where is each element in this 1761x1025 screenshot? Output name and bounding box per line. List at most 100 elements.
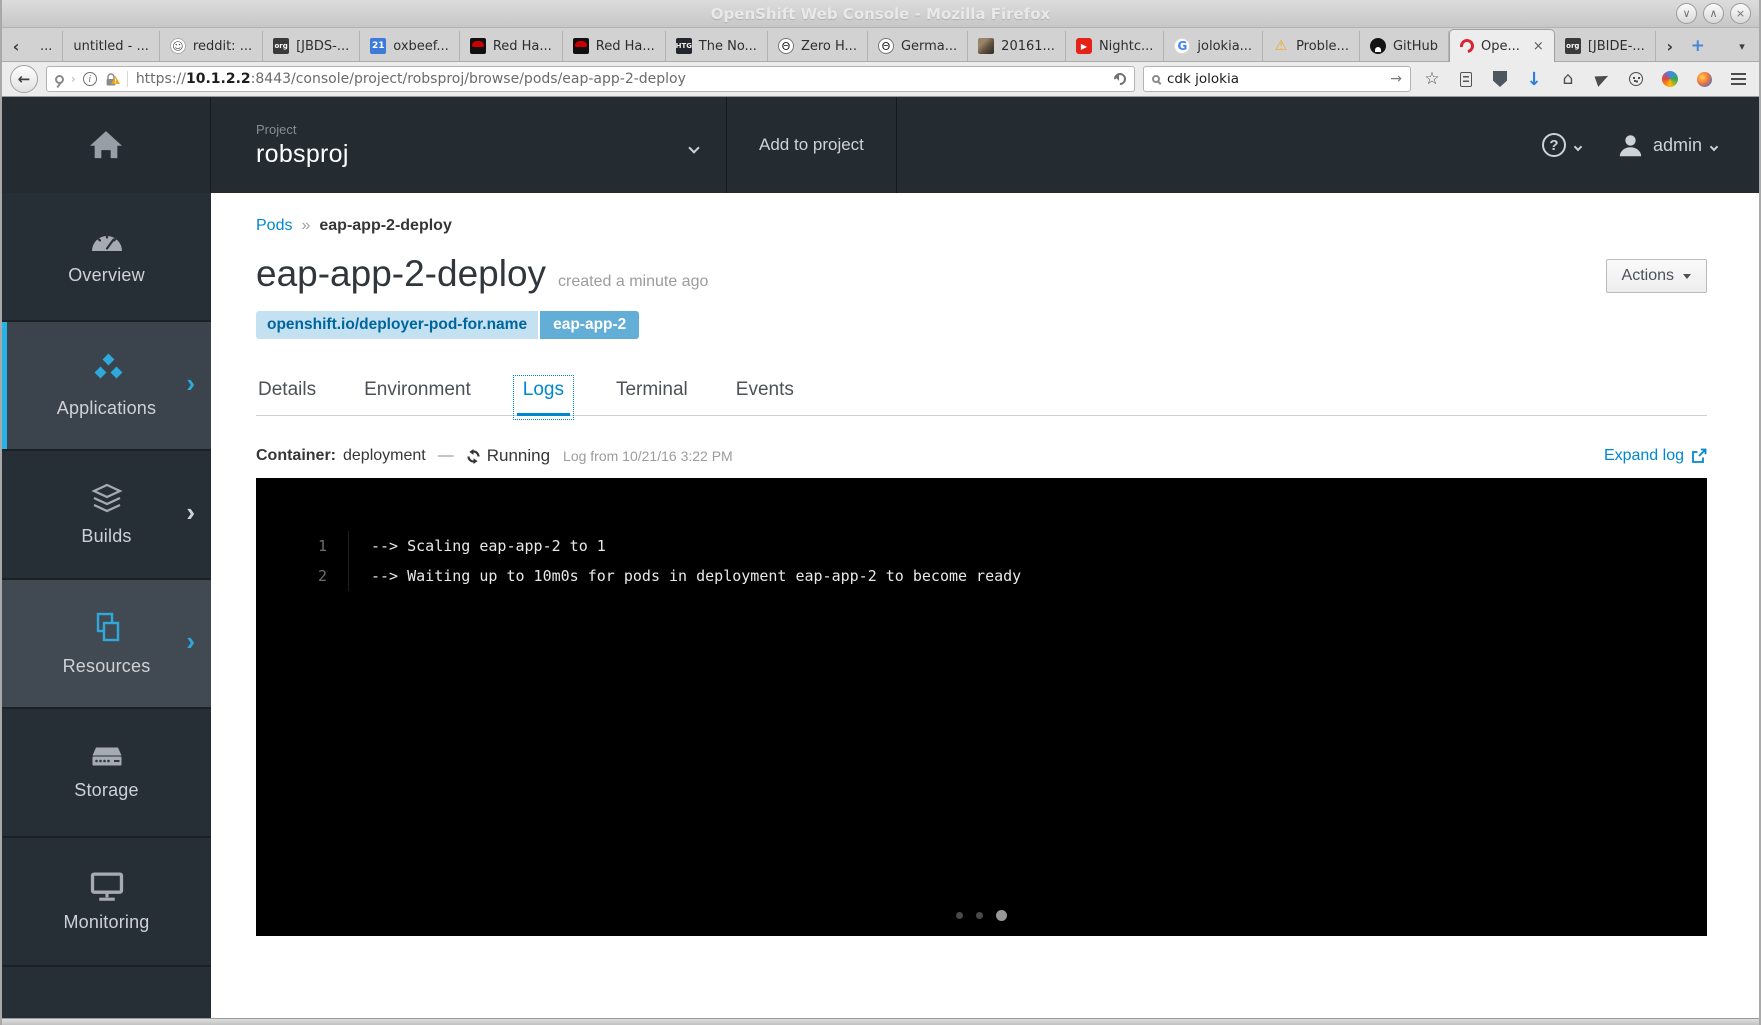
openshift-favicon-icon: [1457, 36, 1477, 56]
project-selector[interactable]: Project robsproj: [211, 97, 727, 193]
sidebar-item-resources[interactable]: Resources ›: [2, 580, 211, 709]
url-path: :8443/console/project/robsproj/browse/po…: [250, 71, 686, 87]
menu-button[interactable]: [1725, 66, 1751, 92]
log-viewer[interactable]: 1 --> Scaling eap-app-2 to 1 2 --> Waiti…: [256, 478, 1707, 936]
help-menu[interactable]: ?: [1541, 97, 1617, 193]
url-bar[interactable]: › i https://10.1.2.2:8443/console/projec…: [46, 66, 1135, 92]
extension-smiley-button[interactable]: [1623, 66, 1649, 92]
dash-separator: —: [437, 447, 454, 464]
info-icon[interactable]: i: [82, 72, 97, 86]
jboss-favicon-icon: org: [1564, 38, 1581, 54]
search-bar[interactable]: cdk jolokia →: [1143, 66, 1411, 92]
tab-scroll-left-button[interactable]: ‹: [2, 31, 30, 61]
pod-tabs: Details Environment Logs Terminal Events: [256, 375, 1707, 420]
tab-environment[interactable]: Environment: [362, 379, 473, 415]
page-title: eap-app-2-deploy: [256, 253, 547, 294]
browser-tab[interactable]: ⚠ Proble...: [1263, 31, 1360, 61]
mixed-content-lock-icon[interactable]: [104, 72, 120, 87]
sidebar-item-builds[interactable]: Builds ›: [2, 451, 211, 580]
sidebar-item-label: Builds: [81, 526, 132, 546]
sidebar-item-applications[interactable]: Applications ›: [2, 322, 211, 451]
sidebar-stub: [2, 967, 211, 1018]
url-text[interactable]: https://10.1.2.2:8443/console/project/ro…: [126, 71, 1107, 87]
tab-terminal[interactable]: Terminal: [614, 379, 690, 415]
smiley-icon: [1629, 72, 1643, 86]
send-tab-button[interactable]: [1589, 66, 1615, 92]
reload-icon[interactable]: [1111, 70, 1129, 88]
expand-log-link[interactable]: Expand log: [1604, 447, 1707, 465]
search-input[interactable]: cdk jolokia: [1167, 71, 1383, 87]
tab-label: oxbeef...: [393, 38, 449, 54]
browser-tab-active-openshift[interactable]: Ope... ×: [1449, 29, 1555, 62]
browser-tab[interactable]: HTG The No...: [666, 31, 768, 61]
tab-scroll-right-button[interactable]: ›: [1656, 31, 1684, 61]
server-icon: [92, 747, 121, 766]
chevron-down-icon: [1709, 142, 1719, 151]
shield-button[interactable]: [1487, 66, 1513, 92]
tab-logs[interactable]: Logs: [512, 375, 574, 420]
browser-tab[interactable]: Red Ha...: [460, 31, 563, 61]
firefox-account-button[interactable]: [1691, 66, 1717, 92]
maximize-button[interactable]: ∧: [1703, 3, 1724, 24]
sidebar-item-label: Storage: [74, 780, 139, 800]
project-eyebrow: Project: [256, 121, 297, 137]
photo-favicon-icon: [978, 38, 995, 54]
search-go-icon[interactable]: →: [1390, 71, 1402, 87]
browser-tab[interactable]: ☺ reddit: ...: [160, 31, 264, 61]
search-icon: [1152, 75, 1160, 83]
log-line: 1 --> Scaling eap-app-2 to 1: [256, 531, 1707, 561]
header-spacer: [897, 97, 1542, 193]
browser-tab[interactable]: Θ Germa...: [868, 31, 969, 61]
reddit-favicon-icon: ☺: [169, 38, 186, 54]
tab-events[interactable]: Events: [734, 379, 796, 415]
created-timestamp: created a minute ago: [558, 273, 709, 290]
browser-tab[interactable]: Red Ha...: [563, 31, 666, 61]
browser-tab[interactable]: ...: [30, 31, 64, 61]
browser-tab[interactable]: org [JBDS-...: [263, 31, 361, 61]
bookmark-star-button[interactable]: ☆: [1419, 66, 1445, 92]
browser-tab[interactable]: Θ Zero H...: [768, 31, 868, 61]
browser-tab[interactable]: GitHub: [1360, 31, 1450, 61]
add-to-project-button[interactable]: Add to project: [727, 97, 897, 193]
extension-color-circle-button[interactable]: [1657, 66, 1683, 92]
breadcrumb-separator: »: [301, 217, 311, 234]
window-title: OpenShift Web Console - Mozilla Firefox: [710, 4, 1051, 23]
log-line-number: 2: [317, 567, 327, 585]
breadcrumb-pods-link[interactable]: Pods: [256, 217, 292, 235]
user-menu[interactable]: admin: [1617, 97, 1759, 193]
redhat-favicon-icon: [469, 38, 486, 54]
actions-button[interactable]: Actions: [1605, 259, 1707, 293]
browser-tab[interactable]: Gjolokia...: [1164, 31, 1264, 61]
chevron-down-icon: [688, 142, 700, 154]
paper-plane-icon: [1594, 71, 1610, 87]
new-tab-button[interactable]: +: [1684, 31, 1712, 61]
tab-details[interactable]: Details: [256, 379, 318, 415]
reading-list-button[interactable]: [1453, 66, 1479, 92]
loading-dot: [996, 910, 1007, 921]
list-all-tabs-button[interactable]: ▾: [1725, 31, 1759, 61]
browser-tab[interactable]: ▶ Nightc...: [1066, 31, 1165, 61]
close-window-button[interactable]: ×: [1730, 3, 1751, 24]
log-line: 2 --> Waiting up to 10m0s for pods in de…: [256, 561, 1707, 591]
sidebar-item-storage[interactable]: Storage: [2, 709, 211, 838]
sidebar-item-monitoring[interactable]: Monitoring: [2, 838, 211, 967]
home-button[interactable]: ⌂: [1555, 66, 1581, 92]
tab-label: The No...: [698, 38, 757, 54]
downloads-button[interactable]: ↓: [1521, 66, 1547, 92]
console-home-button[interactable]: [2, 97, 211, 193]
log-from-timestamp: Log from 10/21/16 3:22 PM: [563, 448, 733, 464]
minimize-button[interactable]: ∨: [1676, 3, 1697, 24]
user-icon: [1619, 134, 1642, 156]
back-button[interactable]: ←: [10, 65, 38, 93]
sidebar-item-overview[interactable]: Overview: [2, 193, 211, 322]
hamburger-icon: [1730, 78, 1746, 80]
browser-tab[interactable]: 20161...: [968, 31, 1066, 61]
browser-tabstrip: ‹ ... untitled - ... ☺ reddit: ... org [JB…: [2, 28, 1759, 62]
firefox-window: OpenShift Web Console - Mozilla Firefox …: [0, 0, 1761, 1025]
tab-label: ...: [40, 38, 53, 54]
tab-close-icon[interactable]: ×: [1533, 39, 1544, 54]
browser-tab[interactable]: 21 oxbeef...: [360, 31, 460, 61]
browser-tab[interactable]: org [JBIDE-...: [1555, 31, 1656, 61]
browser-tab[interactable]: untitled - ...: [63, 31, 160, 61]
redhat-favicon-icon: [572, 38, 589, 54]
